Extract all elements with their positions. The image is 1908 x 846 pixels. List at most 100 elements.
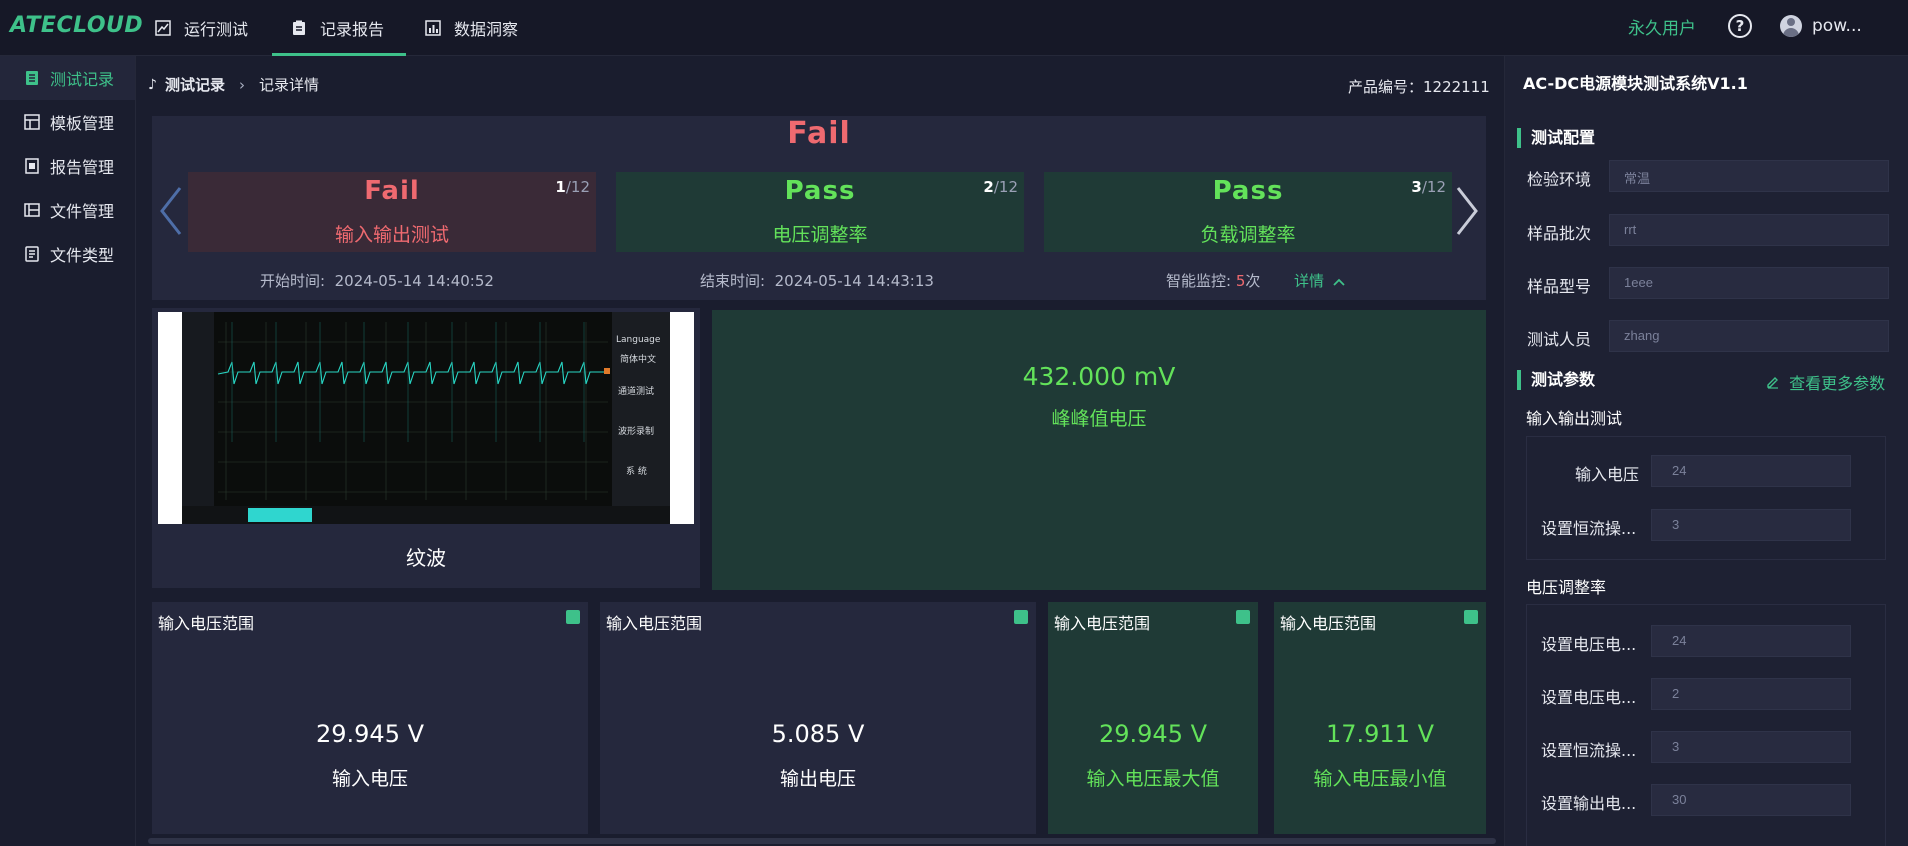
- horizontal-scrollbar[interactable]: [148, 838, 1496, 844]
- config-input[interactable]: zhang: [1609, 320, 1889, 352]
- file-list-icon: [24, 70, 40, 86]
- sidebar-item-test-records[interactable]: 测试记录: [0, 56, 135, 100]
- system-title: AC-DC电源模块测试系统V1.1: [1523, 74, 1748, 93]
- breadcrumb: ♪ 测试记录 › 记录详情: [148, 74, 319, 95]
- chart-line-icon: [154, 19, 172, 37]
- chevron-up-icon: [1333, 272, 1345, 290]
- detail-toggle-link[interactable]: 详情: [1294, 270, 1345, 291]
- metric-card: 输入电压范围 5.085 V 输出电压: [600, 602, 1036, 834]
- avatar[interactable]: [1780, 15, 1802, 37]
- param-input[interactable]: 3: [1651, 509, 1851, 541]
- nav-tab-records[interactable]: 记录报告: [272, 0, 406, 56]
- param-input[interactable]: 24: [1651, 455, 1851, 487]
- ripple-result-panel: 432.000 mV 峰峰值电压: [712, 310, 1486, 590]
- nav-tab-label: 数据洞察: [454, 20, 519, 39]
- param-label: 设置恒流操...: [1541, 741, 1637, 760]
- ripple-name: 峰峰值电压: [1051, 408, 1147, 430]
- chevron-left-icon[interactable]: [158, 184, 184, 238]
- config-row: 测试人员 zhang: [1527, 320, 1897, 352]
- card-status: Pass: [784, 176, 856, 206]
- config-row: 样品批次 rrt: [1527, 214, 1897, 246]
- config-row: 检验环境 常温: [1527, 160, 1897, 192]
- grid-icon: [24, 114, 40, 130]
- metric-name: 输出电压: [779, 768, 856, 790]
- scope-menu-channel: 通道测试: [618, 385, 654, 397]
- trend-chart-icon[interactable]: [1014, 610, 1028, 624]
- param-input[interactable]: 30: [1651, 784, 1851, 816]
- help-icon[interactable]: ?: [1728, 14, 1752, 38]
- music-note-icon: ♪: [148, 76, 157, 93]
- scope-menu-chinese: 简体中文: [620, 353, 656, 365]
- config-section-title: 测试配置: [1517, 128, 1595, 148]
- chevron-right-icon[interactable]: [1454, 184, 1480, 238]
- param-row: 设置恒流操... 3: [1527, 509, 1887, 541]
- param-input[interactable]: 3: [1651, 731, 1851, 763]
- trend-chart-icon[interactable]: [1464, 610, 1478, 624]
- smart-monitor: 智能监控: 5次: [1166, 272, 1261, 290]
- test-card[interactable]: Pass 2/12 电压调整率: [616, 172, 1024, 252]
- config-input[interactable]: rrt: [1609, 214, 1889, 246]
- param-input[interactable]: 24: [1651, 625, 1851, 657]
- overall-status: Fail: [787, 116, 851, 151]
- metric-title: 输入电压范围: [158, 614, 255, 633]
- sidebar-item-file-mgmt[interactable]: 文件管理: [0, 188, 135, 232]
- view-more-params-link[interactable]: 查看更多参数: [1766, 370, 1885, 394]
- file-type-icon: [24, 246, 40, 262]
- config-label: 检验环境: [1527, 170, 1592, 189]
- metric-value: 5.085 V: [771, 720, 865, 748]
- param-row: 设置电压电... 24: [1527, 625, 1887, 657]
- trend-chart-icon[interactable]: [1236, 610, 1250, 624]
- metric-title: 输入电压范围: [606, 614, 703, 633]
- trend-chart-icon[interactable]: [566, 610, 580, 624]
- param-group-title: 输入输出测试: [1526, 409, 1623, 428]
- app-logo: ATECLOUD: [10, 13, 144, 38]
- clipboard-icon: [290, 19, 308, 37]
- sidebar-item-label: 文件管理: [50, 202, 115, 221]
- card-index: 2/12: [983, 178, 1018, 196]
- nav-tab-run-test[interactable]: 运行测试: [154, 0, 248, 56]
- ripple-scope-panel[interactable]: Language 简体中文 通道测试 波形录制 系 统 纹波: [152, 308, 700, 588]
- config-input[interactable]: 常温: [1609, 160, 1889, 192]
- param-row: 输入电压 24: [1527, 455, 1887, 487]
- card-index: 3/12: [1411, 178, 1446, 196]
- oscilloscope-image: Language 简体中文 通道测试 波形录制 系 统: [158, 312, 694, 524]
- param-row: 设置输出电... 30: [1527, 784, 1887, 816]
- user-type-label[interactable]: 永久用户: [1628, 14, 1696, 39]
- chevron-right-icon: ›: [238, 75, 245, 94]
- param-group-title: 电压调整率: [1526, 578, 1607, 597]
- metric-value: 17.911 V: [1325, 720, 1435, 748]
- username[interactable]: pow...: [1812, 16, 1862, 36]
- breadcrumb-root[interactable]: 测试记录: [165, 74, 225, 95]
- bar-chart-icon: [424, 19, 442, 37]
- param-row: 设置电压电... 2: [1527, 678, 1887, 710]
- test-card[interactable]: Pass 3/12 负载调整率: [1044, 172, 1452, 252]
- param-input[interactable]: 2: [1651, 678, 1851, 710]
- sidebar-item-file-type[interactable]: 文件类型: [0, 232, 135, 276]
- sidebar-item-template-mgmt[interactable]: 模板管理: [0, 100, 135, 144]
- test-card[interactable]: Fail 1/12 输入输出测试: [188, 172, 596, 252]
- top-bar: ATECLOUD 运行测试 记录报告 数据洞察 永久用户 ? pow...: [0, 0, 1908, 56]
- metric-name: 输入电压: [331, 768, 408, 790]
- metric-card: 输入电压范围 29.945 V 输入电压: [152, 602, 588, 834]
- param-label: 设置恒流操...: [1541, 519, 1637, 538]
- nav-tab-label: 记录报告: [320, 20, 385, 39]
- config-input[interactable]: 1eee: [1609, 267, 1889, 299]
- card-name: 输入输出测试: [334, 224, 449, 246]
- param-label: 设置电压电...: [1541, 688, 1637, 707]
- end-time: 结束时间: 2024-05-14 14:43:13: [700, 272, 934, 290]
- params-section-title: 测试参数: [1517, 370, 1595, 390]
- scope-menu-record: 波形录制: [618, 425, 654, 437]
- scope-menu-language: Language: [616, 335, 661, 345]
- card-status: Fail: [364, 176, 420, 206]
- scope-label: 纹波: [406, 546, 446, 570]
- sidebar: 测试记录 模板管理 报告管理 文件管理 文件类型: [0, 56, 136, 846]
- card-index: 1/12: [555, 178, 590, 196]
- param-group-box: 设置电压电... 24 设置电压电... 2 设置恒流操... 3 设置输出电.…: [1526, 604, 1886, 846]
- nav-tab-data-insight[interactable]: 数据洞察: [424, 0, 518, 56]
- sidebar-item-label: 模板管理: [50, 114, 115, 133]
- breadcrumb-current: 记录详情: [258, 76, 319, 94]
- param-label: 输入电压: [1575, 465, 1640, 484]
- sidebar-item-label: 文件类型: [50, 246, 115, 265]
- config-row: 样品型号 1eee: [1527, 267, 1897, 299]
- sidebar-item-report-mgmt[interactable]: 报告管理: [0, 144, 135, 188]
